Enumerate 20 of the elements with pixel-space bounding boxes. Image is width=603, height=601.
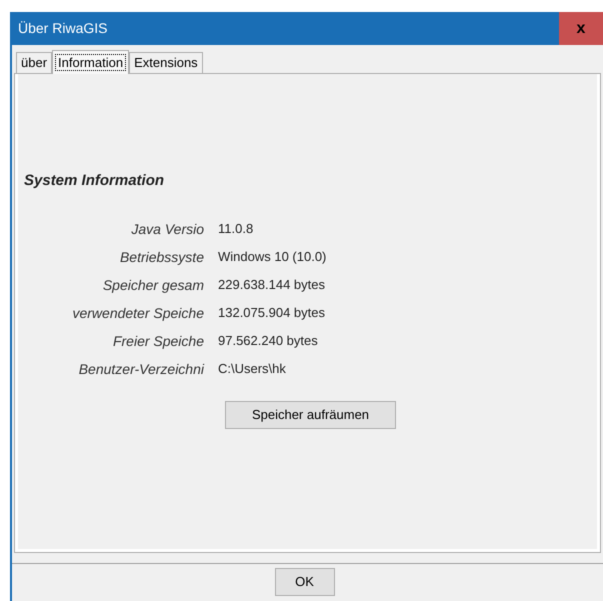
info-value: 97.562.240 bytes — [218, 332, 319, 350]
tab[interactable]: Information — [52, 50, 130, 74]
info-label: Freier Speiche — [112, 332, 204, 351]
window-title: Über RiwaGIS — [17, 19, 108, 38]
info-value: Windows 10 (10.0) — [218, 248, 328, 266]
info-label: verwendeter Speiche — [71, 304, 204, 323]
info-value: 11.0.8 — [218, 220, 254, 238]
info-value: C:\Users\hk — [218, 360, 287, 378]
info-label: Speicher gesam — [102, 276, 204, 295]
tab[interactable]: über — [16, 52, 52, 73]
info-label: Benutzer-Verzeichni — [78, 360, 204, 378]
section-title: System Information — [23, 171, 166, 191]
info-label: Java Versio — [130, 220, 204, 238]
close-button[interactable]: x — [559, 12, 603, 45]
info-value: 229.638.144 bytes — [218, 276, 326, 294]
info-value: 132.075.904 bytes — [218, 304, 326, 322]
ok-button[interactable]: OK — [274, 568, 334, 596]
tab[interactable]: Extensions — [129, 52, 203, 73]
info-label: Betriebssyste — [118, 248, 204, 267]
clear-memory-button[interactable]: Speicher aufräumen — [225, 400, 396, 428]
